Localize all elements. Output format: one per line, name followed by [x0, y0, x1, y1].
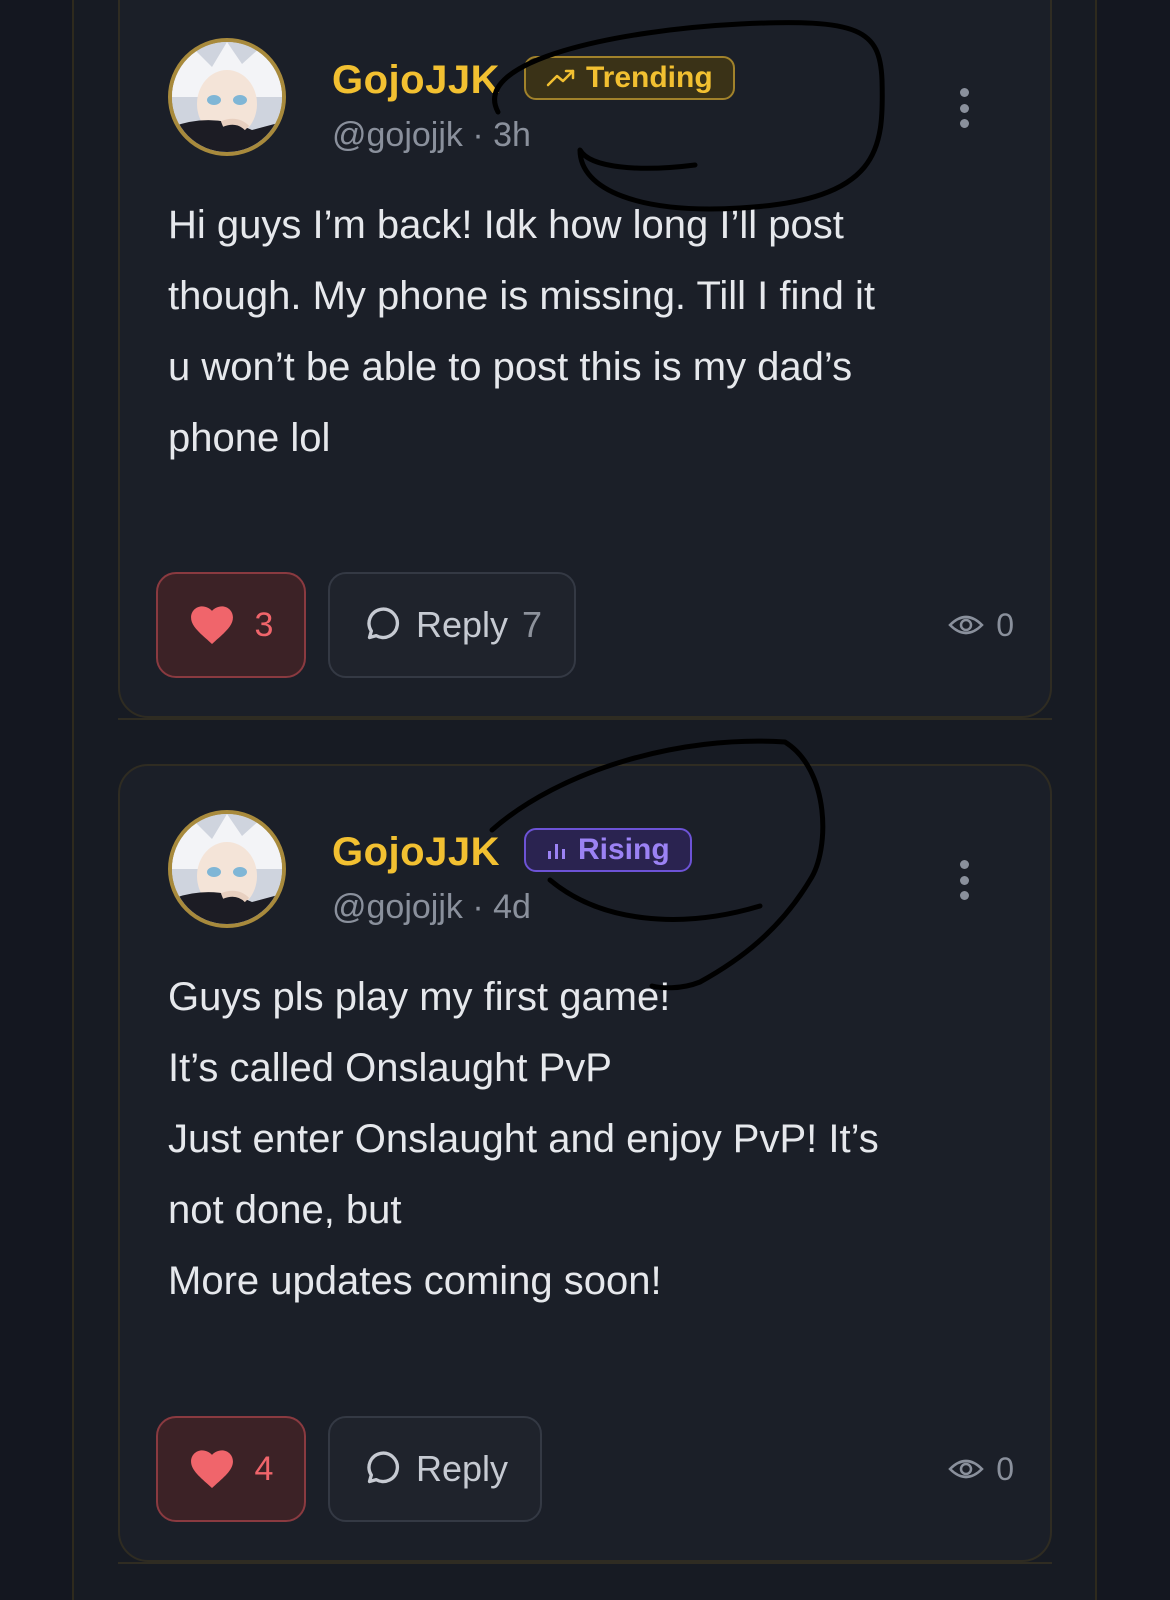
post-body: Hi guys I’m back! Idk how long I’ll post… — [168, 190, 1000, 474]
post-card[interactable]: GojoJJK Trending @gojojjk · 3h Hi guys I… — [118, 0, 1052, 718]
comment-icon — [367, 607, 400, 640]
reply-button[interactable]: Reply 7 — [328, 572, 577, 678]
post-text-line: though. My phone is missing. Till I find… — [168, 274, 875, 318]
post-text-line: Guys pls play my first game! — [168, 975, 671, 1019]
more-options-icon[interactable] — [958, 88, 970, 128]
like-button[interactable]: 3 — [156, 572, 306, 678]
reply-button[interactable]: Reply — [328, 1416, 543, 1522]
user-handle[interactable]: @gojojjk — [332, 116, 463, 154]
separator-dot: · — [472, 888, 484, 926]
post-text-line: Hi guys I’m back! Idk how long I’ll post — [168, 203, 844, 247]
divider — [118, 718, 1052, 720]
badge-label: Rising — [578, 833, 670, 866]
username[interactable]: GojoJJK — [332, 830, 500, 875]
avatar[interactable] — [168, 38, 286, 156]
reply-label: Reply — [416, 604, 509, 645]
badge-label: Trending — [586, 61, 713, 94]
post-time: 4d — [493, 888, 531, 926]
views-number: 0 — [996, 606, 1014, 643]
avatar-image — [172, 42, 282, 152]
divider — [118, 1562, 1052, 1564]
trending-up-icon — [546, 69, 575, 87]
post-text-line: not done, but — [168, 1188, 402, 1232]
like-count: 3 — [254, 605, 274, 644]
post-body: Guys pls play my first game! It’s called… — [168, 962, 1000, 1317]
post-text-line: It’s called Onslaught PvP — [168, 1046, 612, 1090]
rising-badge: Rising — [524, 828, 692, 872]
view-count: 0 — [948, 1449, 1014, 1489]
reply-label: Reply — [416, 1448, 509, 1489]
handle-line: @gojojjk · 3h — [332, 116, 531, 155]
like-button[interactable]: 4 — [156, 1416, 306, 1522]
username[interactable]: GojoJJK — [332, 58, 500, 103]
post-text-line: More updates coming soon! — [168, 1259, 662, 1303]
comment-icon — [367, 1451, 400, 1484]
trending-badge: Trending — [524, 56, 735, 100]
bar-chart-icon — [548, 844, 565, 859]
post-text-line: phone lol — [168, 416, 331, 460]
eye-icon — [948, 615, 984, 635]
user-handle[interactable]: @gojojjk — [332, 888, 463, 926]
post-time: 3h — [493, 116, 531, 154]
handle-line: @gojojjk · 4d — [332, 888, 531, 927]
view-count: 0 — [948, 605, 1014, 645]
reply-count: 7 — [522, 604, 543, 645]
avatar[interactable] — [168, 810, 286, 928]
heart-icon — [190, 1450, 233, 1489]
more-options-icon[interactable] — [958, 860, 970, 900]
views-number: 0 — [996, 1450, 1014, 1487]
post-card[interactable]: GojoJJK Rising @gojojjk · 4d Guys pls pl… — [118, 764, 1052, 1562]
heart-icon — [190, 606, 233, 645]
post-text-line: u won’t be able to post this is my dad’s — [168, 345, 853, 389]
avatar-image — [172, 814, 282, 924]
post-text-line: Just enter Onslaught and enjoy PvP! It’s — [168, 1117, 879, 1161]
eye-icon — [948, 1459, 984, 1479]
like-count: 4 — [254, 1449, 274, 1488]
separator-dot: · — [472, 116, 484, 154]
